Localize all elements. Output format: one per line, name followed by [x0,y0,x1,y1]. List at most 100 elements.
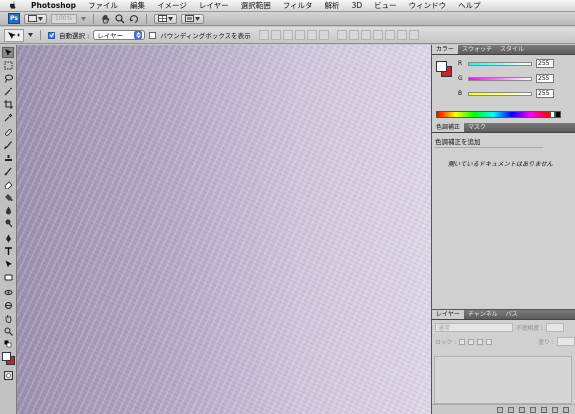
zoom-tool-icon[interactable] [115,14,125,24]
menu-analysis[interactable]: 解析 [319,0,346,12]
menu-app-name[interactable]: Photoshop [25,0,82,12]
tab-channels[interactable]: チャンネル [464,310,502,319]
blue-value-field[interactable]: 255 [536,89,554,98]
adjustment-layer-icon[interactable] [530,406,536,413]
tab-styles[interactable]: スタイル [496,45,528,54]
pen-tool-button[interactable] [2,233,14,244]
menu-layer[interactable]: レイヤー [193,0,235,12]
quick-selection-tool-button[interactable] [2,86,14,97]
distribute-hcenter-button[interactable] [384,30,395,40]
color-spectrum-ramp[interactable] [436,111,550,118]
align-horizontal-centers-button[interactable] [306,30,317,40]
blur-tool-button[interactable] [2,205,14,216]
lock-all-icon[interactable] [486,338,493,345]
align-vertical-centers-button[interactable] [270,30,281,40]
foreground-color-swatch[interactable] [2,352,11,361]
canvas-area[interactable] [17,45,431,414]
distribute-left-button[interactable] [372,30,383,40]
spectrum-black-swatch[interactable] [555,111,561,118]
menu-edit[interactable]: 編集 [124,0,151,12]
type-tool-button[interactable] [2,246,14,257]
green-slider[interactable] [468,76,532,81]
path-selection-tool-button[interactable] [2,259,14,270]
tab-adjustments[interactable]: 色調補正 [432,123,465,132]
menu-window[interactable]: ウィンドウ [403,0,453,12]
gradient-tool-button[interactable] [2,192,14,203]
auto-align-layers-button[interactable] [408,30,419,40]
add-mask-icon[interactable] [519,406,525,413]
tool-preset-picker[interactable] [4,28,24,42]
blend-mode-dropdown[interactable]: 通常 [435,323,513,332]
tab-swatches[interactable]: スウォッチ [458,45,496,54]
dodge-tool-button[interactable] [2,218,14,229]
layers-list[interactable] [434,356,572,404]
eraser-tool-button[interactable] [2,179,14,190]
red-value-field[interactable]: 255 [536,59,554,68]
distribute-top-button[interactable] [336,30,347,40]
distribute-vcenter-button[interactable] [348,30,359,40]
clone-stamp-tool-button[interactable] [2,153,14,164]
3d-orbit-tool-button[interactable] [2,300,14,311]
marquee-tool-button[interactable] [2,60,14,71]
color-foreground-swatch[interactable] [436,61,447,72]
divider [40,30,41,40]
shape-tool-button[interactable] [2,272,14,283]
screen-mode-button[interactable] [181,13,204,24]
lock-transparent-pixels-icon[interactable] [459,338,466,345]
brush-tool-button[interactable] [2,140,14,151]
healing-brush-tool-button[interactable] [2,127,14,138]
link-layers-icon[interactable] [497,406,503,413]
3d-rotate-tool-button[interactable] [2,287,14,298]
align-top-edges-button[interactable] [258,30,269,40]
fill-field[interactable] [556,337,575,346]
quick-mask-button[interactable] [2,370,14,381]
menu-select[interactable]: 選択範囲 [235,0,277,12]
lock-image-pixels-icon[interactable] [468,338,475,345]
menu-view[interactable]: ビュー [368,0,403,12]
align-right-edges-button[interactable] [318,30,329,40]
new-layer-icon[interactable] [552,406,558,413]
zoom-tool-button[interactable] [2,326,14,337]
green-value-field[interactable]: 255 [536,74,554,83]
auto-select-target-dropdown[interactable]: レイヤー [93,30,146,40]
chevron-down-icon [38,16,43,21]
menu-file[interactable]: ファイル [82,0,124,12]
tab-masks[interactable]: マスク [464,123,490,132]
move-tool-button[interactable] [2,47,14,58]
apple-icon[interactable] [8,1,17,11]
tab-paths[interactable]: パス [502,310,522,319]
tab-color[interactable]: カラー [432,45,459,54]
path-selection-icon [5,260,12,268]
launch-bridge-button[interactable] [24,13,47,24]
opacity-field[interactable] [545,323,564,332]
layer-style-icon[interactable] [508,406,514,413]
menu-filter[interactable]: フィルタ [277,0,319,12]
crop-tool-button[interactable] [2,99,14,110]
show-bounding-box-checkbox[interactable] [149,31,157,39]
hand-tool-button[interactable] [2,313,14,324]
blue-slider[interactable] [468,91,532,96]
red-slider[interactable] [468,61,532,66]
align-bottom-edges-button[interactable] [282,30,293,40]
auto-select-checkbox[interactable] [48,31,55,39]
new-group-icon[interactable] [541,406,547,413]
lock-position-icon[interactable] [477,338,484,345]
chevron-down-icon[interactable] [28,33,33,37]
menu-3d[interactable]: 3D [346,0,369,12]
menu-help[interactable]: ヘルプ [452,0,487,12]
arrange-documents-button[interactable] [154,13,177,24]
tab-layers[interactable]: レイヤー [432,310,464,319]
distribute-right-button[interactable] [396,30,407,40]
history-brush-tool-button[interactable] [2,166,14,177]
distribute-bottom-button[interactable] [360,30,371,40]
zoom-level-field[interactable]: 100% [51,13,77,24]
align-left-edges-button[interactable] [294,30,305,40]
trash-icon[interactable] [563,406,569,413]
eyedropper-tool-button[interactable] [2,112,14,123]
default-colors-button[interactable] [2,339,14,350]
zoom-dropdown-icon[interactable] [81,16,86,21]
menu-image[interactable]: イメージ [151,0,193,12]
rotate-view-icon[interactable] [129,14,139,24]
hand-tool-icon[interactable] [101,14,111,24]
lasso-tool-button[interactable] [2,73,14,84]
